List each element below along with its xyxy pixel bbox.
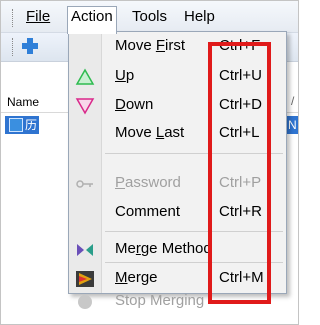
annotation-highlight-box xyxy=(208,42,271,304)
menubar-grip xyxy=(12,9,16,27)
list-item-right-label: N xyxy=(288,118,297,132)
menu-item-label: Comment xyxy=(115,203,181,220)
column-name-header[interactable]: Name xyxy=(7,95,39,109)
up-triangle-icon xyxy=(75,68,95,85)
stop-icon xyxy=(78,295,92,309)
menu-help[interactable]: Help xyxy=(181,7,218,27)
menu-help-label: Help xyxy=(184,8,215,25)
file-icon xyxy=(9,118,23,132)
menu-action[interactable]: Action xyxy=(67,6,117,34)
add-icon[interactable] xyxy=(21,37,39,55)
menu-bar: File Action Tools Help xyxy=(1,1,298,34)
menu-item-label: Down xyxy=(115,96,154,113)
menu-item-label: Password xyxy=(115,174,181,191)
menu-item-label: Stop Merging xyxy=(115,292,205,309)
list-item-right-cell[interactable]: N xyxy=(285,116,298,134)
menu-action-label: Action xyxy=(71,8,113,25)
menu-item-label: Merge Method xyxy=(115,240,212,257)
menu-item-label: Merge xyxy=(115,269,158,286)
app-window: File Action Tools Help ⁄ Name / 历 N Move… xyxy=(0,0,299,325)
menu-item-label: Move First xyxy=(115,37,186,54)
toolbar-grip xyxy=(12,38,16,56)
down-triangle-icon xyxy=(75,98,95,115)
menu-file-label: File xyxy=(26,8,51,25)
menu-tools[interactable]: Tools xyxy=(129,7,170,27)
merge-method-icon xyxy=(77,244,93,256)
menu-file[interactable]: File xyxy=(23,7,53,27)
list-item-label: 历 xyxy=(25,118,38,132)
merge-icon xyxy=(76,271,94,287)
menu-tools-label: Tools xyxy=(132,8,168,25)
menu-item-label: Move Last xyxy=(115,124,185,141)
key-icon xyxy=(76,180,93,188)
list-item[interactable]: 历 xyxy=(5,116,39,134)
column-header-right[interactable]: / xyxy=(291,94,294,108)
menu-item-label: Up xyxy=(115,67,135,84)
